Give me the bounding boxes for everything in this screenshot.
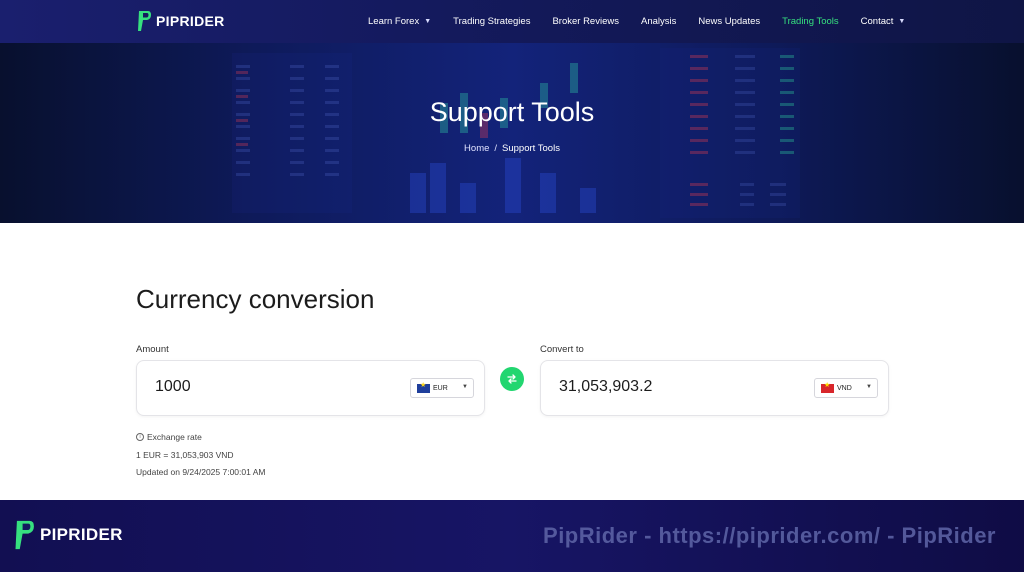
nav-broker-reviews[interactable]: Broker Reviews xyxy=(552,16,619,27)
convert-to-output[interactable]: 31,053,903.2 VND ▼ xyxy=(540,360,889,416)
nav-label: News Updates xyxy=(698,16,761,27)
footer-logo[interactable]: PIPRIDER xyxy=(14,518,123,552)
nav-news-updates[interactable]: News Updates xyxy=(698,16,760,27)
to-currency-code: VND xyxy=(837,384,852,392)
amount-label: Amount xyxy=(136,344,169,355)
watermark-text: PipRider - https://piprider.com/ - PipRi… xyxy=(543,523,996,548)
nav-label: Contact xyxy=(860,16,894,27)
caret-down-icon: ▼ xyxy=(866,384,872,390)
piprider-logo-icon xyxy=(138,11,151,31)
page-title: Support Tools xyxy=(429,97,595,127)
caret-down-icon: ▼ xyxy=(462,384,468,390)
nav-trading-tools[interactable]: Trading Tools xyxy=(782,16,839,27)
piprider-logo-icon xyxy=(15,520,34,550)
nav-label: Trading Strategies xyxy=(453,16,531,27)
nav-learn-forex[interactable]: Learn Forex ▼ xyxy=(368,16,431,27)
convert-to-label: Convert to xyxy=(540,344,584,355)
breadcrumb: Home / Support Tools xyxy=(0,143,1024,154)
top-navbar: PIPRIDER Learn Forex ▼ Trading Strategie… xyxy=(0,0,1024,43)
nav-label: Broker Reviews xyxy=(552,16,619,27)
breadcrumb-current: Support Tools xyxy=(502,143,560,154)
from-currency-select[interactable]: EUR ▼ xyxy=(410,378,474,398)
amount-input[interactable]: 1000 EUR ▼ xyxy=(136,360,485,416)
vn-flag-icon xyxy=(821,381,834,393)
trading-screen-background xyxy=(232,48,800,218)
converted-value: 31,053,903.2 xyxy=(559,378,653,395)
nav-label: Learn Forex xyxy=(368,16,420,27)
breadcrumb-separator: / xyxy=(494,143,498,154)
site-logo[interactable]: PIPRIDER xyxy=(136,9,225,33)
breadcrumb-home[interactable]: Home xyxy=(464,143,489,154)
chevron-down-icon: ▼ xyxy=(424,18,432,25)
amount-value[interactable]: 1000 xyxy=(155,378,191,396)
swap-currencies-button[interactable] xyxy=(500,367,524,391)
swap-arrows-icon xyxy=(507,374,517,384)
nav-contact[interactable]: Contact ▼ xyxy=(861,16,906,27)
chevron-down-icon: ▼ xyxy=(898,18,906,25)
nav-label: Trading Tools xyxy=(782,16,839,27)
logo-text: PIPRIDER xyxy=(156,13,225,29)
rate-line: 1 EUR = 31,053,903 VND xyxy=(136,450,234,460)
site-footer: PIPRIDER PipRider - https://piprider.com… xyxy=(0,500,1024,572)
to-currency-select[interactable]: VND ▼ xyxy=(814,378,878,398)
nav-trading-strategies[interactable]: Trading Strategies xyxy=(453,16,530,27)
footer-logo-text: PIPRIDER xyxy=(40,525,123,544)
updated-timestamp: Updated on 9/24/2025 7:00:01 AM xyxy=(136,467,266,477)
exchange-rate-label: Exchange rate xyxy=(147,432,202,442)
converter-title: Currency conversion xyxy=(136,284,375,314)
eu-flag-icon xyxy=(417,381,430,393)
main-nav: Learn Forex ▼ Trading Strategies Broker … xyxy=(368,0,927,43)
from-currency-code: EUR xyxy=(433,384,448,392)
nav-label: Analysis xyxy=(640,16,677,27)
exchange-rate-heading: i Exchange rate xyxy=(136,432,202,442)
nav-analysis[interactable]: Analysis xyxy=(641,16,676,27)
hero-banner: Support Tools Home / Support Tools xyxy=(0,43,1024,223)
info-icon: i xyxy=(136,433,144,441)
